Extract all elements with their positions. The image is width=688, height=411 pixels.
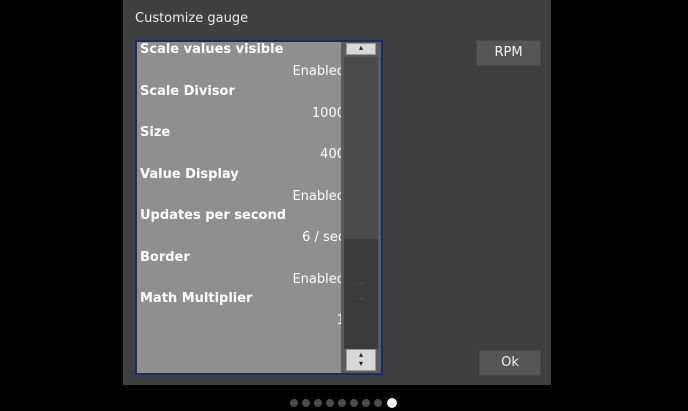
page-dot[interactable] [387,398,397,408]
setting-value: 6 / sec [302,230,345,245]
scroll-thumb[interactable] [344,239,378,349]
setting-value: Enabled [292,64,345,79]
list-item[interactable]: Math Multiplier 1 [137,291,345,333]
page-dot[interactable] [314,399,322,407]
settings-list-content: Scale values visible Enabled Scale Divis… [137,42,345,333]
caret-down-icon: ▾ [358,359,363,368]
list-item[interactable]: Size 400 [137,125,345,167]
page-dot[interactable] [362,399,370,407]
setting-label: Scale Divisor [140,83,235,99]
setting-value: Enabled [292,271,345,287]
dialog-title: Customize gauge [135,11,249,26]
caret-up-icon: ▴ [358,350,363,359]
page-dot[interactable] [338,399,346,407]
setting-label: Size [140,125,171,140]
list-item[interactable]: Value Display Enabled [137,167,345,209]
page-dot[interactable] [290,399,298,407]
page-indicator [0,392,688,408]
scroll-up-button[interactable]: ▴ [346,43,376,55]
setting-label: Border [140,249,190,265]
page-dot[interactable] [374,399,382,407]
unit-button[interactable]: RPM [476,40,541,66]
list-item[interactable]: Scale Divisor 1000 [137,84,345,126]
setting-label: Math Multiplier [140,291,253,306]
customize-gauge-dialog: Customize gauge Scale values visible Ena… [123,0,551,385]
setting-label: Updates per second [140,208,287,223]
page-dot[interactable] [350,399,358,407]
settings-list[interactable]: Scale values visible Enabled Scale Divis… [135,40,383,375]
page-dot[interactable] [326,399,334,407]
grip-icon [359,283,363,299]
setting-value: Enabled [292,188,345,204]
setting-label: Value Display [140,166,239,182]
list-item[interactable]: Updates per second 6 / sec [137,208,345,250]
scroll-down-button[interactable]: ▴ ▾ [346,349,376,371]
setting-label: Scale values visible [140,42,284,57]
page-dot[interactable] [302,399,310,407]
list-item[interactable]: Border Enabled [137,250,345,292]
caret-up-icon: ▴ [358,43,363,52]
settings-scrollbar[interactable]: ▴ ▴ ▾ [341,42,381,373]
ok-button[interactable]: Ok [479,350,541,376]
list-item[interactable]: Scale values visible Enabled [137,42,345,84]
